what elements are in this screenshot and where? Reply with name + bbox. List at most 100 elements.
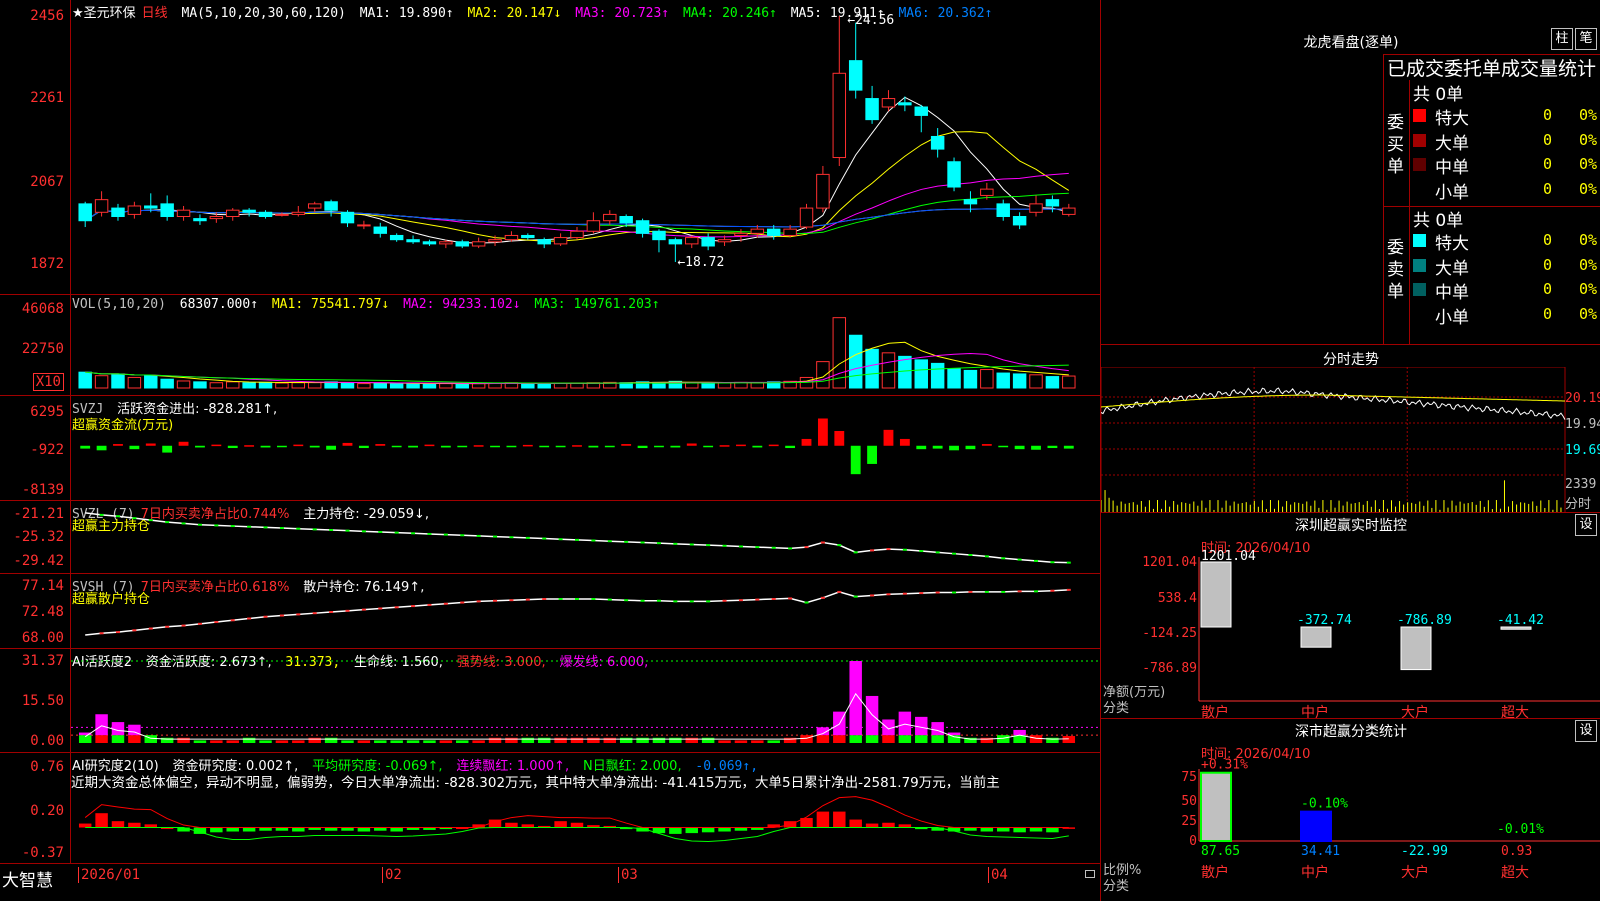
flow-bar xyxy=(342,442,353,446)
price-tick: 19.94 xyxy=(1565,417,1600,432)
y-tick: 0 xyxy=(1189,834,1197,849)
holding-marker xyxy=(1001,557,1006,560)
research-chart[interactable] xyxy=(71,753,1100,863)
holding-marker xyxy=(870,594,875,597)
holding-marker xyxy=(771,546,776,549)
holding-marker xyxy=(902,592,907,595)
holding-marker xyxy=(214,621,219,624)
svzj-pane[interactable]: 6295 -922 -8139 SVZJ 活跃资金进出: -828.281↑, … xyxy=(0,396,1100,501)
candle xyxy=(340,211,355,224)
ai-research-pane[interactable]: 0.76 0.20 -0.37 AI研究度2(10) 资金研究度: 0.002↑… xyxy=(0,753,1100,863)
research-bar xyxy=(783,821,797,828)
activity-bar xyxy=(456,740,469,743)
holding-marker xyxy=(656,599,661,602)
volume-chart[interactable] xyxy=(71,295,1100,395)
activity-bar xyxy=(865,735,879,743)
order-color-swatch xyxy=(1413,109,1426,122)
flow-bar xyxy=(817,418,828,446)
kline-pane[interactable]: 2456 2261 2067 1872 ★圣元环保 日线 MA(5,10,20,3… xyxy=(0,0,1100,295)
svzl-pane[interactable]: -21.21 -25.32 -29.42 SVZL (7) 7日内买卖净占比0.7… xyxy=(0,501,1100,574)
flow-bar xyxy=(244,445,255,447)
order-count: 0 xyxy=(1543,280,1553,298)
low-price-label: ←18.72 xyxy=(677,255,724,270)
volume-bar xyxy=(291,382,306,389)
flow-bar xyxy=(949,445,959,451)
y-tick: 75 xyxy=(1181,770,1197,785)
y-tick: 50 xyxy=(1181,794,1197,809)
activity-bar xyxy=(997,735,1010,743)
category-ratio-bar xyxy=(1200,771,1232,843)
volume-bar xyxy=(1029,374,1043,389)
flow-bar xyxy=(686,443,697,446)
intraday-chart[interactable] xyxy=(1101,367,1566,513)
order-type: 特大 xyxy=(1435,109,1469,129)
holding-marker xyxy=(1066,588,1071,591)
order-percent: 0% xyxy=(1579,280,1598,298)
activity-bar xyxy=(242,737,256,743)
research-bar xyxy=(701,827,715,833)
svsh-pane[interactable]: 77.14 72.48 68.00 SVSH (7) 7日内买卖净占比0.618%… xyxy=(0,574,1100,649)
holding-line xyxy=(85,512,1069,564)
ai-active-tick: 15.50 xyxy=(21,693,64,709)
order-type: 中单 xyxy=(1435,158,1469,178)
ai-active-pane[interactable]: 31.37 15.50 0.00 AI活跃度2 资金活跃度: 2.673↑, 3… xyxy=(0,649,1100,753)
holding-marker xyxy=(296,613,301,616)
bar-view-button[interactable]: 柱 xyxy=(1551,28,1573,50)
order-count: 0 xyxy=(1543,130,1553,149)
candle xyxy=(898,102,912,106)
order-color-swatch xyxy=(1413,158,1426,171)
volume-bar xyxy=(898,355,912,389)
category-label: 超大 xyxy=(1501,865,1529,881)
candle xyxy=(307,203,322,209)
holding-marker xyxy=(361,608,366,611)
category-label: 散户 xyxy=(1201,864,1229,881)
flow-bar xyxy=(965,445,976,450)
lock-icon[interactable] xyxy=(1085,870,1095,878)
activity-chart[interactable] xyxy=(71,649,1100,752)
activity-bar xyxy=(1029,735,1043,743)
volume-tick: 2339 xyxy=(1565,477,1597,492)
volume-bar xyxy=(373,382,388,389)
date-label: 04 xyxy=(988,867,1008,883)
main-holding-chart[interactable] xyxy=(71,501,1100,573)
candlestick-chart[interactable]: ←24.56 ←18.72 xyxy=(71,0,1100,294)
holding-marker xyxy=(493,599,498,602)
holding-marker xyxy=(935,551,940,554)
candle xyxy=(734,232,748,236)
holding-marker xyxy=(575,538,579,541)
intraday-frame xyxy=(1101,367,1566,513)
volume-pane[interactable]: 46068 22750 X10 VOL(5,10,20) 68307.000↑ … xyxy=(0,295,1100,396)
activity-bar xyxy=(619,737,633,743)
activity-bar xyxy=(292,740,305,743)
order-type: 小单 xyxy=(1435,307,1469,328)
holding-marker xyxy=(886,593,891,596)
candle xyxy=(94,199,109,213)
retail-holding-chart[interactable] xyxy=(71,574,1100,648)
flow-bar xyxy=(637,445,648,449)
flow-bar xyxy=(145,443,156,446)
category-label: 散户 xyxy=(1201,704,1229,719)
activity-bar-high xyxy=(931,722,944,736)
holding-marker xyxy=(263,615,268,618)
holding-marker xyxy=(181,522,186,525)
flow-bar xyxy=(572,445,582,447)
fund-flow-chart[interactable] xyxy=(71,396,1100,500)
svzl-tick: -25.32 xyxy=(13,529,64,545)
order-row: 小单 0 0% xyxy=(1413,303,1600,328)
holding-marker xyxy=(99,632,104,635)
holding-marker xyxy=(673,542,678,545)
tick-view-button[interactable]: 笔 xyxy=(1575,28,1597,50)
research-bar xyxy=(882,822,895,828)
holding-marker xyxy=(312,528,317,531)
holding-marker xyxy=(771,598,776,601)
holding-marker xyxy=(1017,558,1022,561)
order-count: 0 xyxy=(1543,155,1553,173)
activity-bar xyxy=(898,735,912,743)
holding-marker xyxy=(656,542,661,545)
order-row: 大单 0 0% xyxy=(1413,129,1600,154)
order-row: 中单 0 0% xyxy=(1413,278,1600,303)
buy-label: 委买单 xyxy=(1387,113,1404,177)
intraday-panel[interactable]: 分时走势 20.19 19.94 19.69 2339 分时 xyxy=(1100,344,1600,513)
holding-marker xyxy=(181,624,186,627)
category-net-bar xyxy=(1400,626,1432,671)
